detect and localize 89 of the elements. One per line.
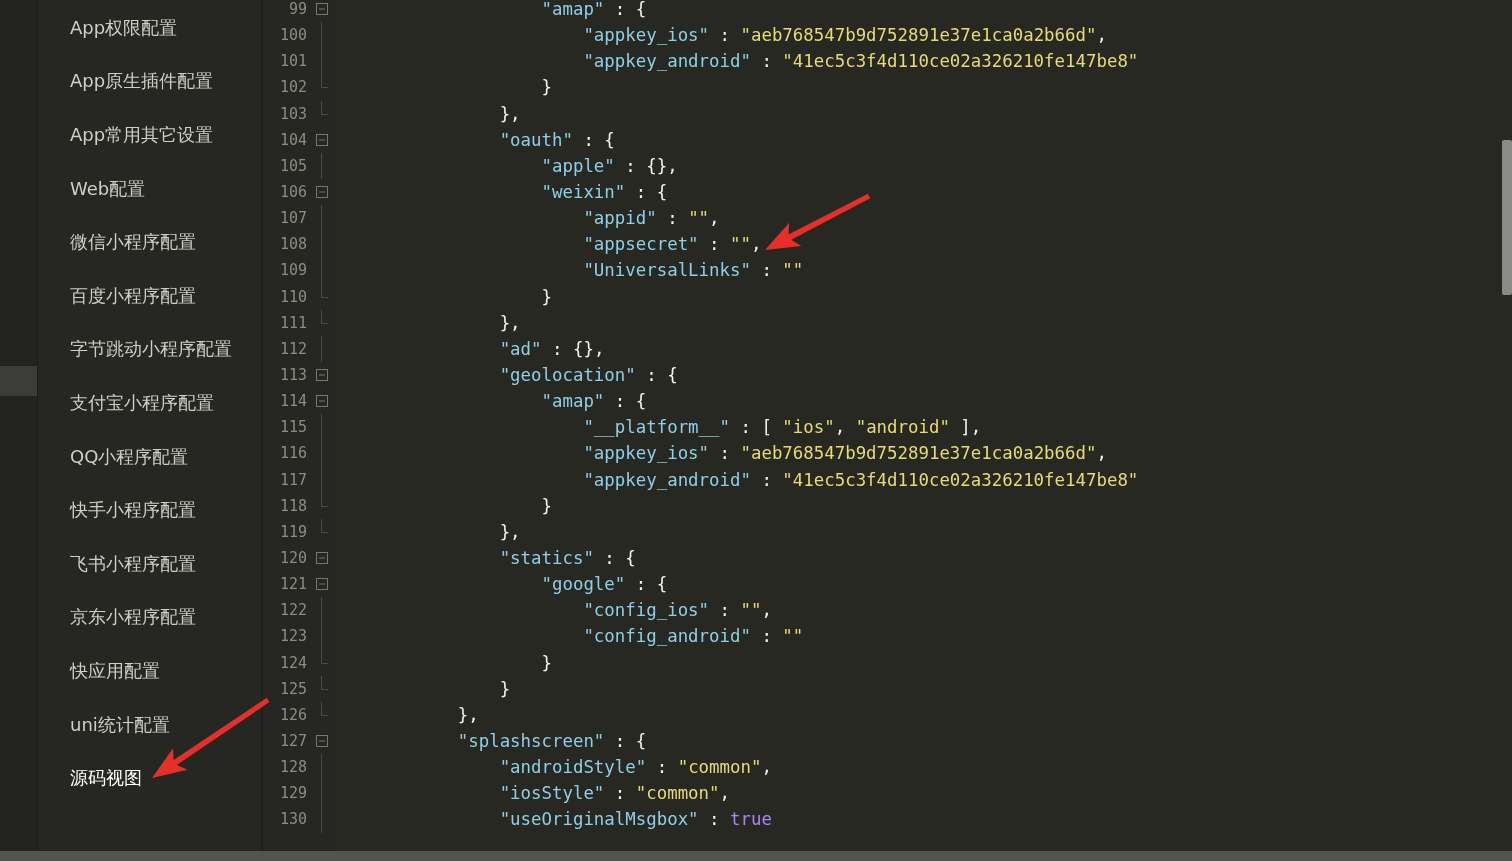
collapse-icon[interactable]	[316, 3, 328, 16]
line-number: 102	[278, 78, 307, 97]
code-line: "useOriginalMsgbox" : true	[498, 809, 772, 830]
line-number: 106	[278, 183, 307, 202]
scrollbar-thumb[interactable]	[1502, 140, 1512, 295]
line-number: 108	[278, 235, 307, 254]
code-line: "appkey_android" : "41ec5c3f4d110ce02a326210fe147be8"	[582, 469, 1139, 490]
line-number: 121	[278, 575, 307, 594]
code-line: "appsecret" : "",	[582, 234, 762, 255]
line-number: 113	[278, 366, 307, 385]
collapse-icon[interactable]	[316, 552, 328, 564]
sidebar-item[interactable]: App权限配置	[70, 15, 178, 40]
code-line: "ad" : {},	[498, 338, 605, 359]
sidebar-item[interactable]: 快手小程序配置	[70, 498, 196, 523]
code-line: "amap" : {	[540, 391, 647, 412]
code-line: "appkey_android" : "41ec5c3f4d110ce02a326210fe147be8"	[582, 51, 1139, 72]
line-number: 126	[278, 705, 307, 724]
line-number: 112	[278, 339, 307, 358]
line-number: 104	[278, 130, 307, 149]
collapse-icon[interactable]	[316, 369, 328, 382]
line-number: 117	[278, 470, 307, 489]
collapse-icon[interactable]	[316, 133, 328, 146]
sidebar-item[interactable]: QQ小程序配置	[70, 444, 189, 469]
collapse-icon[interactable]	[316, 186, 328, 199]
line-number: 130	[278, 810, 307, 829]
code-line: "appkey_ios" : "aeb768547b9d752891e37e1ca0a2b66d",	[582, 443, 1107, 464]
line-number: 127	[278, 732, 307, 750]
code-line: }	[540, 652, 552, 673]
line-number: 124	[278, 653, 307, 672]
sidebar-item[interactable]: 源码视图	[70, 766, 142, 791]
sidebar-item[interactable]: 京东小程序配置	[70, 605, 196, 630]
code-line: "appid" : "",	[582, 208, 720, 229]
line-number: 114	[278, 392, 307, 411]
collapse-icon[interactable]	[316, 578, 328, 591]
line-number: 100	[278, 26, 307, 45]
code-line: "google" : {	[540, 574, 668, 595]
code-line: },	[498, 312, 521, 333]
code-line: "UniversalLinks" : ""	[582, 260, 804, 281]
line-number: 118	[278, 496, 307, 515]
code-line: }	[540, 495, 552, 516]
line-number: 103	[278, 104, 307, 123]
line-number: 116	[278, 444, 307, 463]
code-line: "config_android" : ""	[582, 626, 804, 647]
code-line: "oauth" : {	[498, 129, 615, 150]
sidebar-item[interactable]: uni统计配置	[70, 712, 170, 737]
line-number: 105	[278, 156, 307, 175]
code-line: "config_ios" : "",	[582, 600, 772, 621]
sidebar-item[interactable]: 飞书小程序配置	[70, 551, 196, 576]
code-line: },	[498, 103, 521, 124]
collapse-icon[interactable]	[316, 735, 328, 747]
line-number: 110	[278, 287, 307, 306]
sidebar-item[interactable]: 字节跳动小程序配置	[70, 337, 232, 362]
code-line: "appkey_ios" : "aeb768547b9d752891e37e1ca0a2b66d",	[582, 25, 1107, 46]
code-line: }	[498, 678, 511, 699]
collapse-icon[interactable]	[316, 395, 328, 408]
line-number: 119	[278, 522, 307, 541]
code-line: "amap" : {	[540, 0, 647, 19]
code-line: },	[498, 521, 521, 542]
line-number: 115	[278, 418, 307, 437]
line-number: 125	[278, 679, 307, 698]
code-line: "apple" : {},	[540, 155, 678, 176]
line-number: 129	[278, 784, 307, 803]
code-line: "splashscreen" : {	[456, 730, 647, 751]
sidebar-item[interactable]: 快应用配置	[70, 658, 160, 683]
line-number: 123	[278, 627, 307, 646]
line-number: 101	[278, 52, 307, 71]
code-line: "__platform__" : [ "ios", "android" ],	[582, 417, 982, 438]
code-line: "geolocation" : {	[498, 364, 678, 385]
sidebar-item[interactable]: 支付宝小程序配置	[70, 390, 214, 415]
code-line: }	[540, 286, 552, 307]
line-number: 99	[287, 0, 307, 19]
code-line: "statics" : {	[498, 547, 636, 568]
code-line: "iosStyle" : "common",	[498, 783, 730, 804]
sidebar-item[interactable]: 微信小程序配置	[70, 230, 196, 255]
selection-marker	[0, 366, 37, 396]
code-line: "weixin" : {	[540, 182, 668, 202]
line-number: 122	[278, 601, 307, 620]
sidebar-item[interactable]: 百度小程序配置	[70, 283, 196, 308]
line-number: 107	[278, 209, 307, 228]
code-line: }	[540, 77, 552, 98]
code-line: },	[456, 704, 479, 725]
sidebar-item[interactable]: App常用其它设置	[70, 123, 214, 147]
sidebar-item[interactable]: Web配置	[70, 176, 146, 201]
line-number: 111	[278, 313, 307, 332]
line-number: 120	[278, 549, 307, 567]
line-number: 109	[278, 261, 307, 280]
sidebar-item[interactable]: App原生插件配置	[70, 69, 214, 94]
code-line: "androidStyle" : "common",	[498, 757, 772, 778]
line-number: 128	[278, 758, 307, 777]
